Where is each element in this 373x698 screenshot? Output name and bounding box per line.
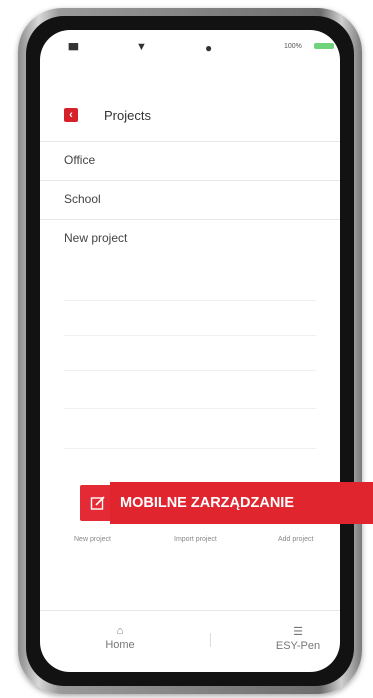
project-label: Office xyxy=(64,153,96,167)
nav-esy-pen-label: ESY-Pen xyxy=(275,640,321,652)
signal-icon: ▮▮▮ xyxy=(68,41,79,51)
add-project-label[interactable]: Add project xyxy=(278,536,313,543)
nav-esy-pen[interactable]: ☰ ESY-Pen xyxy=(258,625,338,652)
nav-divider xyxy=(210,633,211,647)
edit-icon xyxy=(90,496,105,510)
app-header: ‹ Projects xyxy=(40,102,340,132)
promo-banner: MOBILNE ZARZĄDZANIE xyxy=(110,482,373,524)
nav-home-label: Home xyxy=(105,639,135,651)
bottom-nav: ⌂ Home ☰ ESY-Pen xyxy=(40,610,340,671)
project-row-school[interactable]: School + xyxy=(40,180,340,219)
battery-icon xyxy=(314,43,334,49)
project-label: School xyxy=(64,192,101,206)
divider xyxy=(64,448,316,449)
page-title: Projects xyxy=(104,108,151,123)
new-project-label[interactable]: New project xyxy=(74,536,111,543)
project-row-office[interactable]: Office + xyxy=(40,141,340,180)
divider xyxy=(64,408,316,409)
battery-level: 100% xyxy=(284,43,302,50)
sliders-icon: ☰ xyxy=(293,626,303,638)
divider xyxy=(64,300,316,301)
phone-frame: ▮▮▮ ▼ ● 100% ‹ Projects Office + xyxy=(18,8,362,694)
status-bar: ▮▮▮ ▼ ● 100% xyxy=(40,30,340,60)
divider xyxy=(64,335,316,336)
nav-home[interactable]: ⌂ Home xyxy=(80,625,160,651)
phone-screen: ▮▮▮ ▼ ● 100% ‹ Projects Office + xyxy=(40,30,340,672)
project-label: New project xyxy=(64,231,128,245)
project-row-new-project[interactable]: New project + xyxy=(40,219,340,258)
divider xyxy=(64,370,316,371)
home-icon: ⌂ xyxy=(116,625,124,637)
phone-bezel: ▮▮▮ ▼ ● 100% ‹ Projects Office + xyxy=(26,16,354,686)
wifi-icon: ▼ xyxy=(136,41,147,53)
camera-dot: ● xyxy=(205,41,213,55)
import-project-label[interactable]: Import project xyxy=(174,536,217,543)
back-button[interactable]: ‹ xyxy=(64,108,78,122)
